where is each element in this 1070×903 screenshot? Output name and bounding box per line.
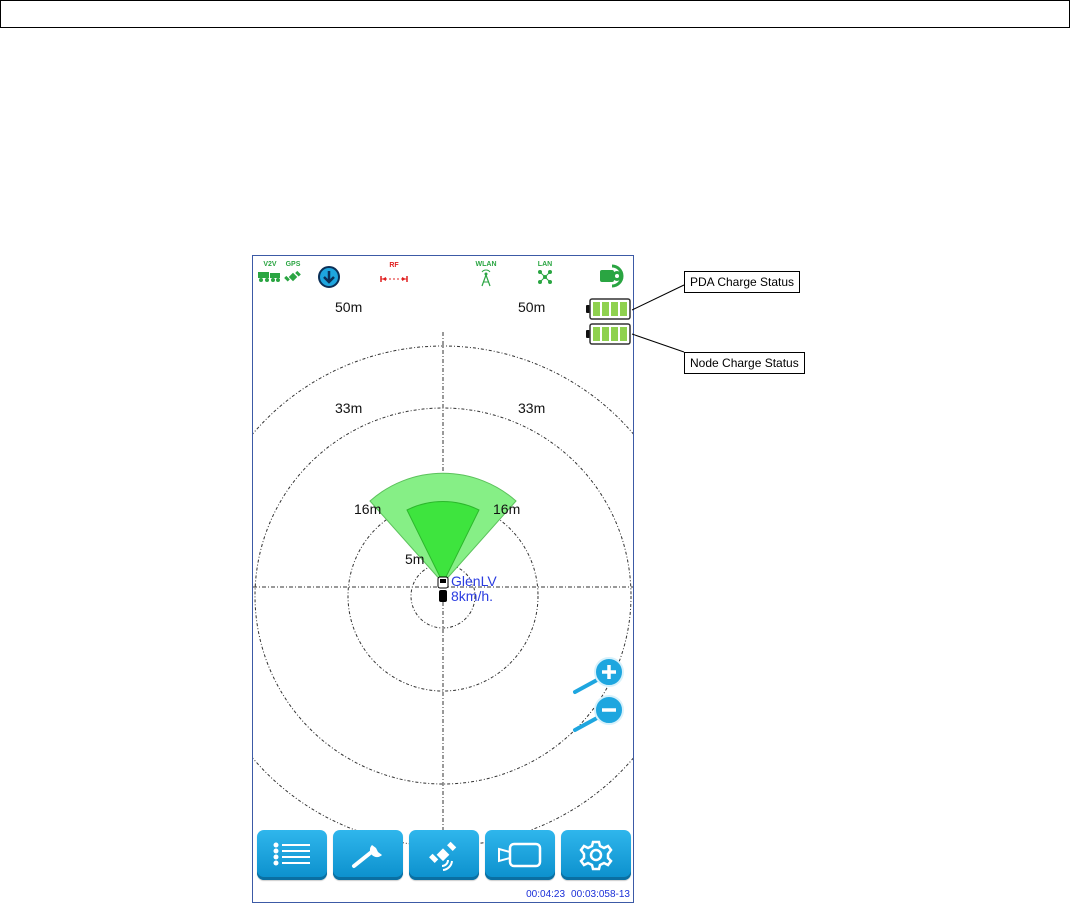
pda-battery-icon	[586, 298, 631, 320]
lan-status: LAN	[533, 261, 557, 290]
rf-label: RF	[389, 262, 399, 269]
pda-charge-callout: PDA Charge Status	[684, 271, 801, 293]
status-bar: V2V GPS RF WLAN LAN	[253, 256, 633, 292]
settings-button[interactable]	[561, 830, 631, 880]
tools-button[interactable]	[333, 830, 403, 880]
download-icon	[318, 266, 340, 288]
vehicle-link-icon	[258, 272, 280, 282]
v2v-label: V2V	[263, 261, 277, 268]
satellite-status-icon	[284, 270, 301, 282]
list-button[interactable]	[257, 830, 327, 880]
node-connection-status[interactable]	[597, 262, 631, 293]
node-plug-icon	[600, 264, 624, 288]
range-label-50m-right: 50m	[518, 299, 546, 315]
gps-label: GPS	[285, 261, 301, 268]
wlan-tower-icon	[481, 269, 491, 287]
target-name[interactable]: GlenLV	[451, 574, 497, 589]
radar-display[interactable]	[253, 256, 633, 902]
own-vehicle	[439, 590, 447, 602]
camera-icon	[498, 842, 542, 868]
range-label-50m-left: 50m	[335, 299, 363, 315]
target-speed: 8km/h.	[451, 588, 494, 604]
lan-label: LAN	[537, 261, 553, 268]
lan-network-icon	[538, 270, 552, 284]
node-time: 00:03:058-13	[571, 889, 630, 900]
range-label-5m: 5m	[405, 551, 425, 567]
bottom-toolbar	[255, 830, 631, 882]
v2v-status: V2V	[256, 261, 284, 288]
zoom-in-icon	[573, 657, 624, 694]
range-label-16m-left: 16m	[354, 501, 382, 517]
wlan-label: WLAN	[475, 261, 497, 268]
wlan-status: WLAN	[471, 261, 501, 292]
gear-icon	[579, 840, 613, 871]
timestamps: 00:04:23 00:03:058-13	[520, 889, 630, 900]
node-charge-callout: Node Charge Status	[684, 352, 805, 374]
range-label-33m-left: 33m	[335, 400, 363, 416]
satellite-button[interactable]	[409, 830, 479, 880]
pda-screen: V2V GPS RF WLAN LAN 50m 50m 33m 33m 16m …	[252, 255, 634, 903]
range-label-16m-right: 16m	[493, 501, 521, 517]
gps-status: GPS	[282, 261, 304, 290]
elapsed-time: 00:04:23	[526, 889, 566, 900]
rf-status: RF	[377, 262, 411, 288]
wrench-icon	[352, 845, 382, 868]
satellite-icon	[429, 841, 457, 871]
top-bar	[0, 0, 1070, 28]
node-battery-icon	[586, 323, 631, 345]
download-status[interactable]	[317, 266, 341, 293]
rf-range-icon	[380, 276, 408, 282]
zoom-out-icon	[573, 695, 624, 732]
zoom-out-button[interactable]	[571, 692, 627, 739]
list-icon	[273, 842, 310, 866]
camera-button[interactable]	[485, 830, 555, 880]
range-label-33m-right: 33m	[518, 400, 546, 416]
